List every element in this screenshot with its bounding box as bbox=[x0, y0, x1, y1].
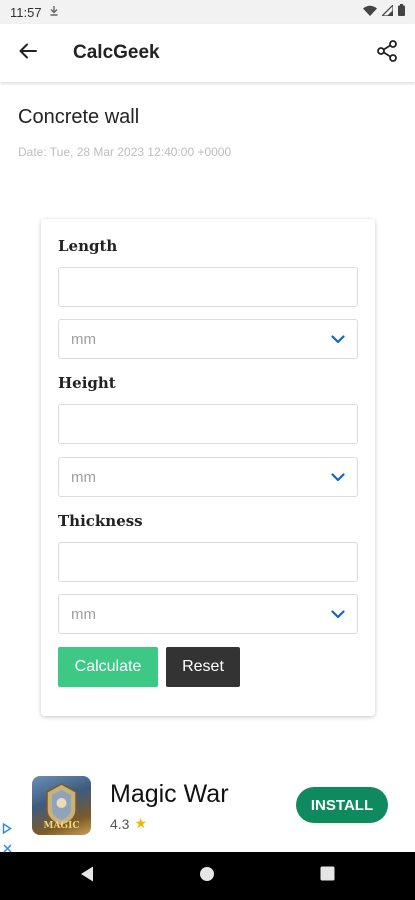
nav-home-button[interactable] bbox=[197, 866, 217, 886]
length-input[interactable] bbox=[58, 267, 358, 307]
length-label: Length bbox=[58, 237, 118, 255]
back-button[interactable] bbox=[0, 24, 56, 82]
battery-icon bbox=[398, 3, 405, 21]
system-nav-bar bbox=[0, 852, 415, 900]
app-bar: CalcGeek bbox=[0, 24, 415, 82]
ad-app-icon-text: MAGIC bbox=[43, 821, 80, 831]
length-unit-value: mm bbox=[71, 330, 96, 348]
triangle-back-icon bbox=[79, 865, 95, 888]
signal-icon bbox=[380, 3, 394, 21]
chevron-down-icon bbox=[331, 609, 345, 619]
calculate-button[interactable]: Calculate bbox=[58, 647, 158, 687]
share-button[interactable] bbox=[359, 24, 415, 82]
reset-button[interactable]: Reset bbox=[166, 647, 240, 687]
share-icon bbox=[377, 39, 397, 67]
ad-title[interactable]: Magic War bbox=[110, 780, 229, 809]
ad-rating-value: 4.3 bbox=[110, 815, 130, 832]
status-time: 11:57 bbox=[10, 4, 42, 20]
height-input[interactable] bbox=[58, 404, 358, 444]
thickness-unit-select[interactable]: mm bbox=[58, 594, 358, 634]
height-label: Height bbox=[58, 374, 116, 392]
thickness-label: Thickness bbox=[58, 512, 143, 530]
nav-recents-button[interactable] bbox=[317, 866, 337, 886]
calculator-card: Length mm Height mm Thickness mm Calcula… bbox=[41, 219, 375, 716]
ad-rating: 4.3 ★ bbox=[110, 815, 147, 832]
nav-back-button[interactable] bbox=[77, 866, 97, 886]
height-unit-value: mm bbox=[71, 468, 96, 486]
adchoices-icon bbox=[2, 821, 12, 839]
chevron-down-icon bbox=[331, 472, 345, 482]
thickness-input[interactable] bbox=[58, 542, 358, 582]
download-icon bbox=[50, 5, 58, 19]
ad-banner[interactable]: MAGIC Magic War 4.3 ★ INSTALL bbox=[0, 768, 415, 853]
arrow-left-icon bbox=[19, 43, 37, 64]
install-button[interactable]: INSTALL bbox=[296, 787, 388, 823]
wifi-icon bbox=[363, 3, 377, 21]
height-unit-select[interactable]: mm bbox=[58, 457, 358, 497]
status-icons bbox=[363, 3, 405, 21]
status-bar: 11:57 bbox=[0, 0, 415, 24]
app-title: CalcGeek bbox=[73, 42, 160, 63]
square-recents-icon bbox=[320, 866, 335, 886]
thickness-unit-value: mm bbox=[71, 605, 96, 623]
ad-app-icon[interactable]: MAGIC bbox=[32, 776, 91, 835]
length-unit-select[interactable]: mm bbox=[58, 319, 358, 359]
page-date: Date: Tue, 28 Mar 2023 12:40:00 +0000 bbox=[18, 145, 232, 159]
circle-home-icon bbox=[199, 866, 215, 887]
page-title: Concrete wall bbox=[18, 106, 140, 128]
chevron-down-icon bbox=[331, 334, 345, 344]
star-icon: ★ bbox=[134, 815, 148, 831]
